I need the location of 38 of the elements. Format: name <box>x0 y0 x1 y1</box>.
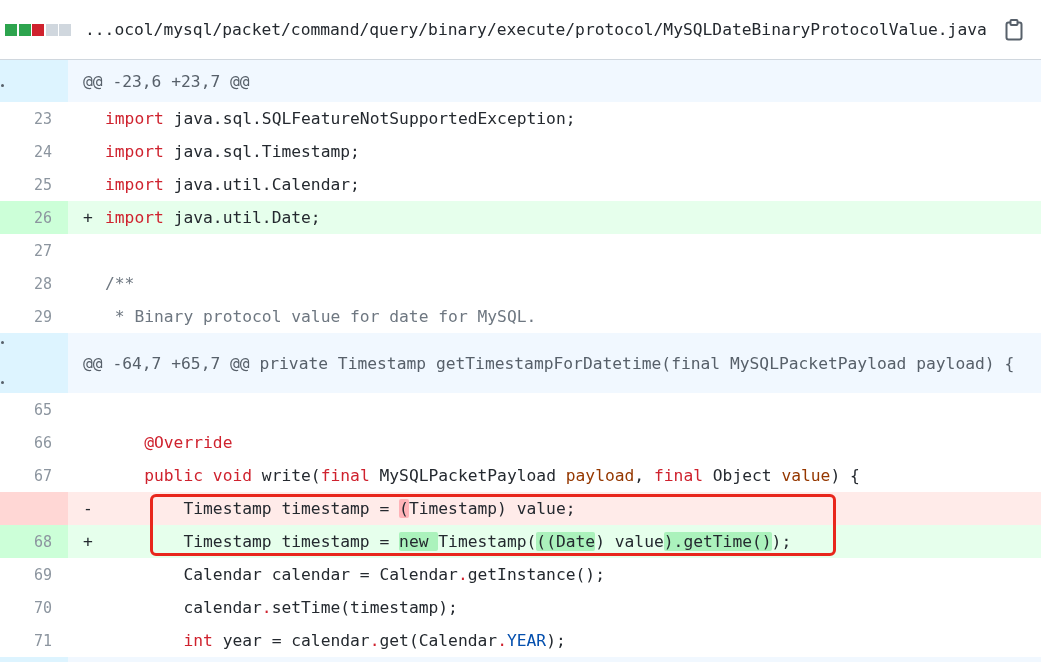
line-number: 28 <box>32 273 53 295</box>
code-line: Timestamp timestamp = (Timestamp) value; <box>182 499 576 518</box>
diff-marker: - <box>83 499 93 518</box>
code-line: * Binary protocol value for date for MySQL. <box>113 307 537 326</box>
line-number: 65 <box>32 399 53 421</box>
diff-marker: + <box>83 532 93 551</box>
hunk-text: @@ -23,6 +23,7 @@ <box>83 71 250 91</box>
copy-icon[interactable] <box>1004 18 1023 41</box>
expand-down-icon[interactable] <box>1 84 4 87</box>
code-line: public void write(final MySQLPacketPayload payload, final Object value) { <box>143 466 860 485</box>
code-line: import java.sql.SQLFeatureNotSupportedException; <box>105 109 576 128</box>
code-line: Calendar calendar = Calendar.getInstance(); <box>182 565 605 584</box>
line-number: 67 <box>32 465 53 487</box>
line-number: 68 <box>0 525 68 558</box>
line-number: 25 <box>32 174 53 196</box>
code-line: int year = calendar.get(Calendar.YEAR); <box>182 631 566 650</box>
line-number: 66 <box>32 432 53 454</box>
line-number: 70 <box>32 597 53 619</box>
line-number: 23 <box>32 108 53 130</box>
code-line: import java.util.Date; <box>105 208 321 227</box>
code-line: Timestamp timestamp = new Timestamp(((Date) value).getTime()); <box>182 532 792 551</box>
line-number: 26 <box>0 201 68 234</box>
line-number: 24 <box>32 141 53 163</box>
line-number: 71 <box>32 630 53 652</box>
code-line: import java.util.Calendar; <box>105 175 360 194</box>
expand-up-icon[interactable] <box>1 341 4 344</box>
line-number: 69 <box>32 564 53 586</box>
file-path[interactable]: ...ocol/mysql/packet/command/query/binary/execute/protocol/MySQLDateBinaryProtocolValue.java <box>85 20 987 39</box>
code-line: calendar.setTime(timestamp); <box>182 598 458 617</box>
code-line: @Override <box>143 433 233 452</box>
code-line: /** <box>105 274 135 293</box>
line-number: 29 <box>32 306 53 328</box>
expand-down-icon[interactable] <box>1 381 4 384</box>
diff-marker: + <box>83 208 93 227</box>
line-number-gutter <box>0 492 68 525</box>
line-number: 27 <box>32 240 53 262</box>
code-line: import java.sql.Timestamp; <box>105 142 360 161</box>
hunk-text: @@ -64,7 +65,7 @@ private Timestamp getTimestampForDatetime(final MySQLPacketPayload payload) { <box>83 353 1015 373</box>
